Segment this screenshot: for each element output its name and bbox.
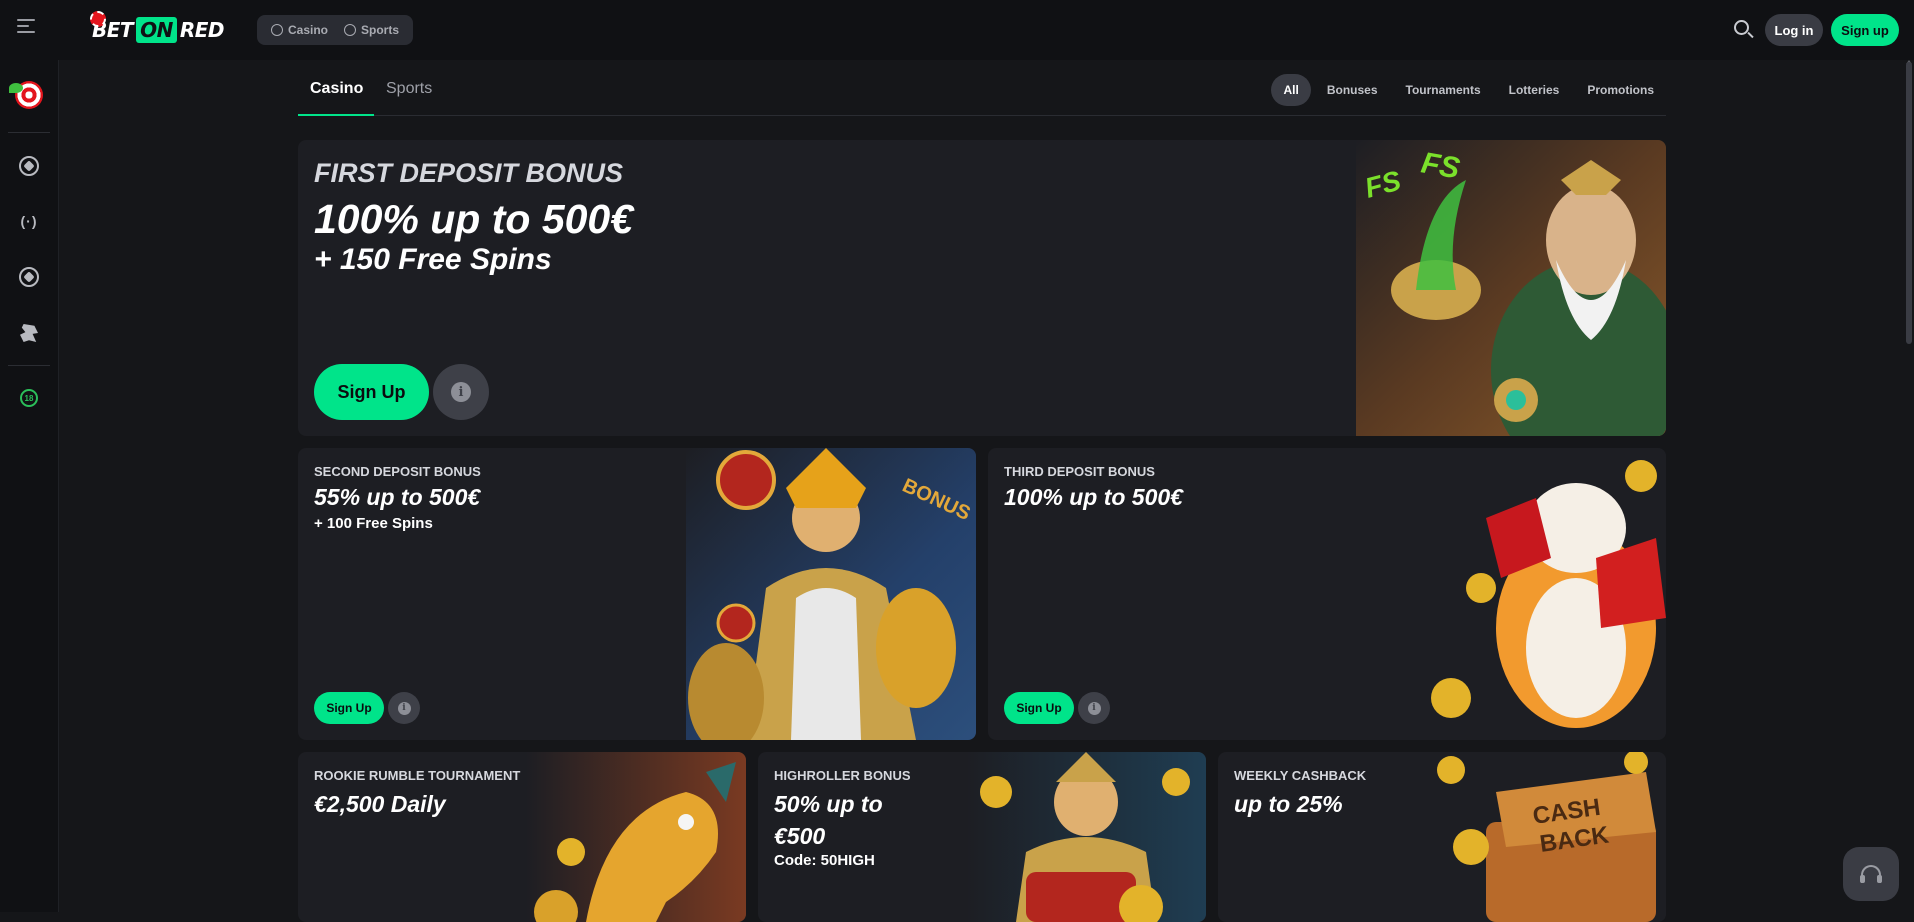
logo-chip-icon: [90, 11, 106, 27]
sidebar-casino-chip-icon[interactable]: [14, 151, 44, 181]
warrior-treasure-illustration: [966, 752, 1206, 922]
sidebar-promotions-target-icon[interactable]: [9, 80, 44, 110]
dragon-sage-illustration: FS FS: [1356, 140, 1666, 436]
mode-casino-label: Casino: [288, 23, 329, 37]
second-deposit-bonus-card[interactable]: BONUS SECOND DEPOSIT BONUS 55% up to 500…: [298, 448, 976, 740]
soccer-ball-icon: [344, 24, 357, 36]
mode-switch: Casino Sports: [257, 15, 414, 45]
sidebar-responsible-gaming-icon[interactable]: 18: [14, 383, 44, 413]
info-icon: i: [1087, 701, 1101, 715]
search-icon[interactable]: [1733, 19, 1755, 41]
weekly-cashback-card[interactable]: CASH BACK WEEKLY CASHBACK up to 25%: [1218, 752, 1666, 922]
info-button[interactable]: i: [388, 692, 420, 724]
rookie-rumble-tournament-card[interactable]: ROOKIE RUMBLE TOURNAMENT €2,500 Daily: [298, 752, 746, 922]
sidebar-live-icon[interactable]: (·): [14, 206, 44, 236]
logo[interactable]: BET ON RED: [90, 11, 225, 46]
third-deposit-bonus-card[interactable]: THIRD DEPOSIT BONUS 100% up to 500€ Sign…: [988, 448, 1666, 740]
signup-button[interactable]: Sign up: [1831, 14, 1899, 46]
card-headline: 55% up to 500€: [314, 484, 481, 510]
card-title: HIGHROLLER BONUS: [774, 768, 911, 783]
signup-button[interactable]: Sign Up: [1004, 692, 1074, 724]
filter-bonuses[interactable]: Bonuses: [1315, 74, 1390, 106]
hero-line2: + 150 Free Spins: [314, 243, 552, 276]
info-icon: i: [397, 701, 411, 715]
card-headline: €2,500 Daily: [314, 791, 446, 817]
card-title: ROOKIE RUMBLE TOURNAMENT: [314, 768, 521, 783]
mode-sports[interactable]: Sports: [336, 23, 407, 37]
card-title: SECOND DEPOSIT BONUS: [314, 464, 481, 479]
promo-tabs: Casino Sports All Bonuses Tournaments Lo…: [298, 74, 1666, 116]
card-headline: up to 25%: [1234, 791, 1343, 817]
sidebar-horse-racing-icon[interactable]: [14, 318, 44, 348]
info-icon: i: [451, 382, 471, 402]
hero-info-button[interactable]: i: [433, 364, 489, 420]
sidebar: (·) 18: [0, 60, 59, 912]
card-title: THIRD DEPOSIT BONUS: [1004, 464, 1155, 479]
filter-all[interactable]: All: [1271, 74, 1311, 106]
hero-signup-button[interactable]: Sign Up: [314, 364, 429, 420]
logo-text-red: RED: [179, 18, 225, 42]
top-header: BET ON RED Casino Sports Log in Sign up: [0, 0, 1914, 60]
tab-sports[interactable]: Sports: [386, 80, 432, 98]
highroller-bonus-card[interactable]: HIGHROLLER BONUS 50% up to €500 Code: 50…: [758, 752, 1206, 922]
mode-sports-label: Sports: [361, 23, 400, 37]
signup-button[interactable]: Sign Up: [314, 692, 384, 724]
page-scrollbar[interactable]: [1906, 62, 1912, 344]
info-button[interactable]: i: [1078, 692, 1110, 724]
casino-chip-icon: [271, 24, 283, 36]
tab-casino-underline: [298, 114, 374, 116]
login-button[interactable]: Log in: [1765, 14, 1823, 46]
tiger-illustration: [1426, 448, 1666, 740]
hero-line1: 100% up to 500€: [314, 196, 634, 242]
mode-casino[interactable]: Casino: [263, 23, 336, 37]
sidebar-divider: [8, 132, 50, 133]
cashback-chest-illustration: CASH BACK: [1426, 752, 1666, 922]
menu-icon[interactable]: [17, 19, 37, 39]
golden-knight-illustration: BONUS: [686, 448, 976, 740]
card-title: WEEKLY CASHBACK: [1234, 768, 1367, 783]
headset-icon: [1860, 865, 1882, 883]
filter-tournaments[interactable]: Tournaments: [1394, 74, 1493, 106]
filter-promotions[interactable]: Promotions: [1575, 74, 1666, 106]
first-deposit-bonus-card[interactable]: FS FS FIRST DEPOSIT BONUS 100% up to 500…: [298, 140, 1666, 436]
card-headline: 100% up to 500€: [1004, 484, 1183, 510]
logo-text-on: ON: [136, 17, 177, 43]
support-chat-button[interactable]: [1843, 847, 1899, 901]
filter-lotteries[interactable]: Lotteries: [1497, 74, 1572, 106]
promo-code: Code: 50HIGH: [774, 852, 875, 869]
hero-title: FIRST DEPOSIT BONUS: [314, 158, 624, 188]
filter-chips: All Bonuses Tournaments Lotteries Promot…: [1271, 74, 1666, 106]
sidebar-divider: [8, 365, 50, 366]
card-headline: 50% up to €500: [774, 791, 883, 849]
golden-dragon-illustration: [526, 752, 746, 922]
tab-casino[interactable]: Casino: [310, 80, 363, 98]
card-subline: + 100 Free Spins: [314, 515, 433, 532]
sidebar-soccer-icon[interactable]: [14, 262, 44, 292]
fs-label: FS: [1419, 146, 1462, 185]
